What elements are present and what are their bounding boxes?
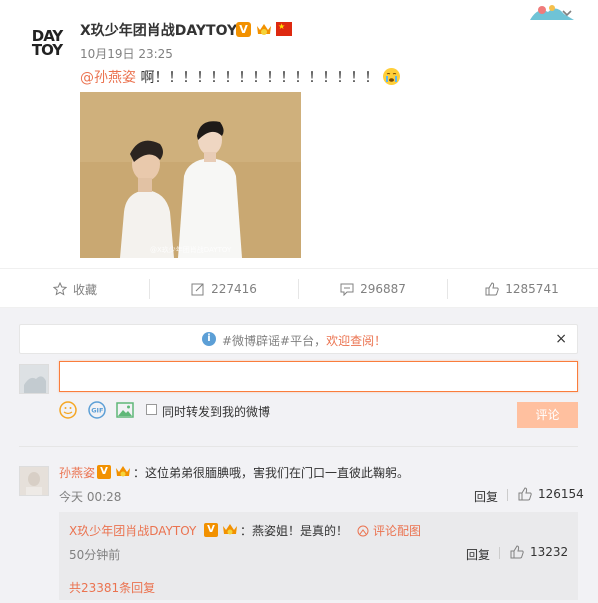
reply-time: 50分钟前 bbox=[69, 548, 121, 562]
author-avatar[interactable]: DAY TOY bbox=[22, 18, 72, 68]
reply-image-label: 评论配图 bbox=[373, 524, 422, 538]
crying-emoji-icon bbox=[382, 68, 400, 85]
comment-reply-button[interactable]: 回复 bbox=[474, 488, 498, 505]
vip-crown-icon[interactable] bbox=[114, 464, 132, 479]
rumor-notice-bar: i #微博辟谣#平台，欢迎查阅！ × bbox=[19, 324, 578, 354]
reply-author-name[interactable]: X玖少年团肖战DAYTOY bbox=[69, 522, 196, 539]
weibo-post-card: DAY TOY X玖少年团肖战DAYTOY V ★ 10月19日 23:25 @… bbox=[0, 0, 598, 603]
forward-icon bbox=[191, 283, 204, 296]
comment-text: ：这位弟弟很腼腆哦，害我们在门口一直彼此鞠躬。 bbox=[133, 466, 410, 480]
like-button[interactable]: 1285741 bbox=[447, 269, 597, 309]
comment-like-button[interactable]: 126154 bbox=[518, 487, 584, 501]
reply-like-count: 13232 bbox=[530, 545, 569, 559]
my-avatar[interactable] bbox=[19, 364, 49, 394]
china-flag-icon: ★ bbox=[276, 22, 292, 36]
comment-input[interactable] bbox=[59, 361, 578, 392]
emoji-icon[interactable] bbox=[59, 401, 77, 419]
reply-like-button[interactable]: 13232 bbox=[510, 545, 568, 559]
svg-text:GIF: GIF bbox=[91, 407, 103, 415]
verified-v-icon[interactable]: V bbox=[236, 22, 251, 37]
reply-thread: X玖少年团肖战DAYTOY V ：燕姿姐！是真的！ 评论配图 50分钟前 回复 … bbox=[59, 512, 578, 600]
more-replies-link[interactable]: 共23381条回复 bbox=[69, 579, 155, 596]
divider bbox=[499, 547, 500, 559]
action-bar: 收藏 227416 296887 1285741 bbox=[0, 268, 598, 308]
post-image[interactable]: @X玖少年团肖战DAYTOY bbox=[80, 92, 301, 258]
comment-count: 296887 bbox=[360, 282, 406, 296]
forward-button[interactable]: 227416 bbox=[149, 269, 299, 309]
image-icon[interactable] bbox=[116, 401, 134, 419]
notice-text: #微博辟谣#平台，欢迎查阅！ bbox=[222, 332, 386, 349]
verified-v-icon[interactable]: V bbox=[97, 465, 111, 479]
gif-icon[interactable]: GIF bbox=[88, 401, 106, 419]
post-body: 啊！！！！！！！！！！！！！！！！ bbox=[136, 70, 379, 86]
forward-count: 227416 bbox=[211, 282, 257, 296]
reply-reply-button[interactable]: 回复 bbox=[466, 546, 490, 563]
comment-like-count: 126154 bbox=[538, 487, 584, 501]
svg-text:@X玖少年团肖战DAYTOY: @X玖少年团肖战DAYTOY bbox=[150, 245, 232, 254]
thumbs-up-icon bbox=[510, 545, 524, 559]
author-name[interactable]: X玖少年团肖战DAYTOY bbox=[80, 20, 237, 40]
thumbs-up-icon bbox=[518, 487, 532, 501]
close-icon[interactable]: × bbox=[555, 331, 567, 347]
comment-section: i #微博辟谣#平台，欢迎查阅！ × GIF 同时转发到我的微博 评论 孙燕姿 … bbox=[0, 308, 598, 603]
comment-icon bbox=[340, 283, 354, 296]
commenter-name[interactable]: 孙燕姿 bbox=[59, 464, 95, 481]
sync-repost-checkbox[interactable] bbox=[146, 404, 157, 415]
divider bbox=[19, 446, 578, 447]
reply-image-link[interactable]: 评论配图 bbox=[357, 522, 421, 539]
sync-repost-label[interactable]: 同时转发到我的微博 bbox=[162, 403, 270, 420]
favorite-label: 收藏 bbox=[72, 282, 97, 297]
post-time[interactable]: 10月19日 23:25 bbox=[80, 45, 173, 62]
divider bbox=[507, 489, 508, 501]
vip-crown-icon[interactable] bbox=[221, 522, 239, 537]
avatar-text-line2: TOY bbox=[31, 41, 63, 59]
notice-prefix: #微博辟谣#平台， bbox=[222, 334, 327, 348]
favorite-button[interactable]: 收藏 bbox=[0, 269, 150, 309]
image-link-icon bbox=[357, 525, 369, 536]
notice-link[interactable]: 欢迎查阅！ bbox=[326, 334, 386, 348]
verified-v-icon[interactable]: V bbox=[204, 523, 218, 537]
info-icon: i bbox=[202, 332, 216, 346]
submit-comment-button[interactable]: 评论 bbox=[517, 402, 578, 428]
mention-link[interactable]: @孙燕姿 bbox=[80, 70, 136, 86]
star-icon bbox=[52, 282, 67, 296]
thumbs-up-icon bbox=[485, 282, 499, 296]
reply-text: ：燕姿姐！是真的！ bbox=[240, 524, 349, 538]
like-count: 1285741 bbox=[505, 282, 559, 296]
comment-time: 今天 00:28 bbox=[59, 490, 122, 504]
post-text: @孙燕姿 啊！！！！！！！！！！！！！！！！ bbox=[80, 67, 400, 87]
vip-crown-icon[interactable] bbox=[255, 21, 273, 37]
comment-button[interactable]: 296887 bbox=[298, 269, 448, 309]
commenter-avatar[interactable] bbox=[19, 466, 49, 496]
chevron-down-icon[interactable] bbox=[560, 6, 574, 20]
